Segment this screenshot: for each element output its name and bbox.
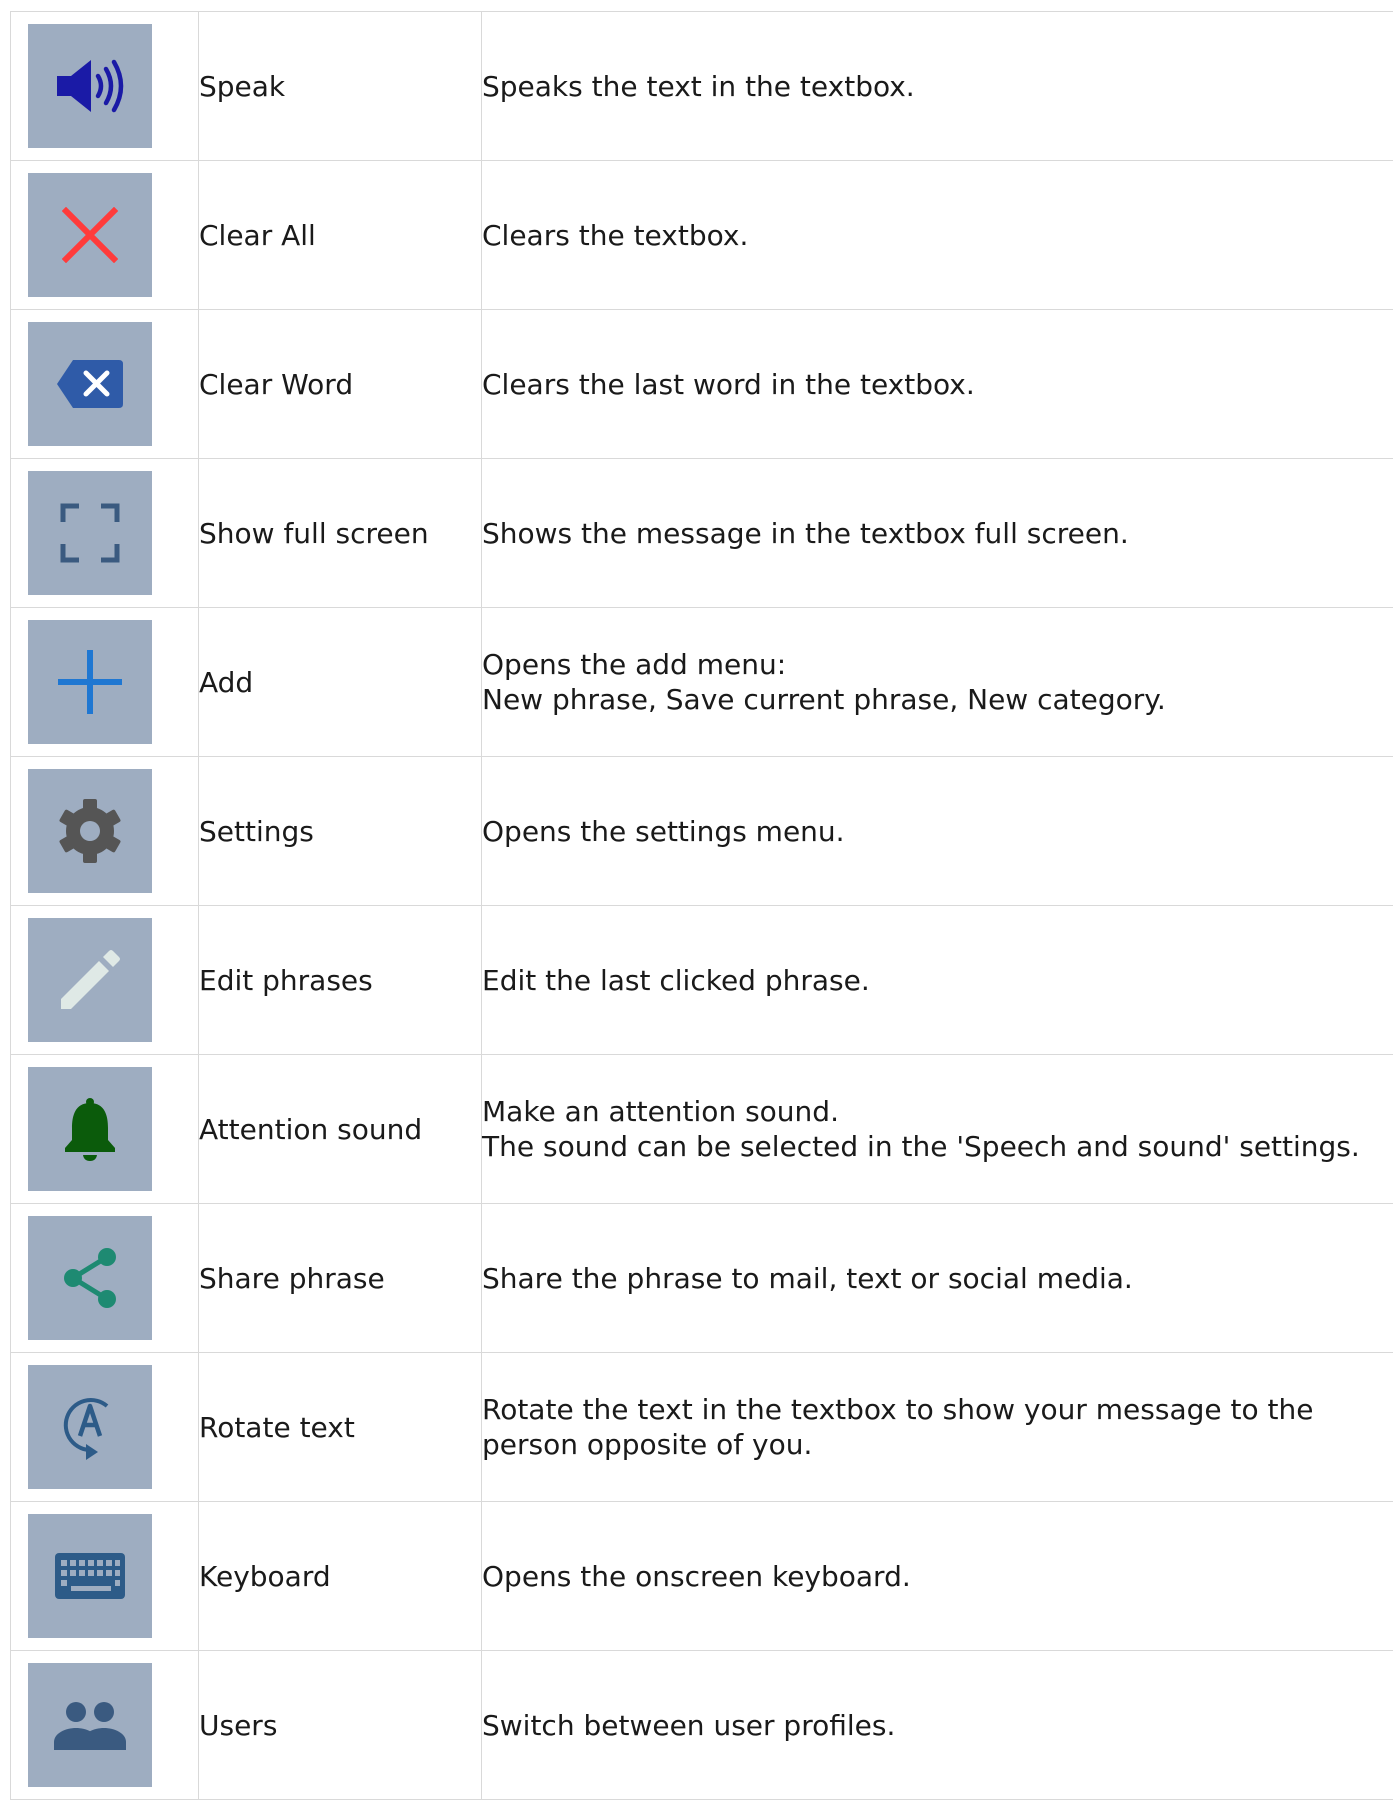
tool-name: Add bbox=[199, 608, 482, 757]
tool-name: Clear Word bbox=[199, 310, 482, 459]
table-row: Show full screen Shows the message in th… bbox=[11, 459, 1393, 608]
pencil-icon bbox=[28, 918, 152, 1042]
tool-name: Settings bbox=[199, 757, 482, 906]
tool-description: Opens the onscreen keyboard. bbox=[482, 1502, 1393, 1651]
table-row: Keyboard Opens the onscreen keyboard. bbox=[11, 1502, 1393, 1651]
table-row: Attention sound Make an attention sound.… bbox=[11, 1055, 1393, 1204]
table-row: Clear Word Clears the last word in the t… bbox=[11, 310, 1393, 459]
tool-name: Attention sound bbox=[199, 1055, 482, 1204]
toolbar-reference-table: Speak Speaks the text in the textbox. Cl… bbox=[10, 11, 1393, 1800]
tool-description: Switch between user profiles. bbox=[482, 1651, 1393, 1800]
tool-name: Edit phrases bbox=[199, 906, 482, 1055]
icon-cell bbox=[11, 608, 199, 757]
icon-cell bbox=[11, 1502, 199, 1651]
tool-description: Make an attention sound. The sound can b… bbox=[482, 1055, 1393, 1204]
bell-icon bbox=[28, 1067, 152, 1191]
table-row: Users Switch between user profiles. bbox=[11, 1651, 1393, 1800]
rotate-text-icon bbox=[28, 1365, 152, 1489]
table-row: Clear All Clears the textbox. bbox=[11, 161, 1393, 310]
icon-cell bbox=[11, 12, 199, 161]
fullscreen-icon bbox=[28, 471, 152, 595]
tool-name: Rotate text bbox=[199, 1353, 482, 1502]
icon-cell bbox=[11, 1055, 199, 1204]
speaker-icon bbox=[28, 24, 152, 148]
table-row: Rotate text Rotate the text in the textb… bbox=[11, 1353, 1393, 1502]
plus-icon bbox=[28, 620, 152, 744]
tool-description: Share the phrase to mail, text or social… bbox=[482, 1204, 1393, 1353]
icon-cell bbox=[11, 757, 199, 906]
tool-name: Users bbox=[199, 1651, 482, 1800]
table-row: Edit phrases Edit the last clicked phras… bbox=[11, 906, 1393, 1055]
tool-description: Rotate the text in the textbox to show y… bbox=[482, 1353, 1393, 1502]
icon-cell bbox=[11, 310, 199, 459]
icon-cell bbox=[11, 459, 199, 608]
tool-name: Speak bbox=[199, 12, 482, 161]
tool-description: Opens the add menu: New phrase, Save cur… bbox=[482, 608, 1393, 757]
tool-description: Clears the last word in the textbox. bbox=[482, 310, 1393, 459]
keyboard-icon bbox=[28, 1514, 152, 1638]
tool-description: Speaks the text in the textbox. bbox=[482, 12, 1393, 161]
icon-cell bbox=[11, 1353, 199, 1502]
tool-description: Opens the settings menu. bbox=[482, 757, 1393, 906]
tool-name: Share phrase bbox=[199, 1204, 482, 1353]
table-row: Speak Speaks the text in the textbox. bbox=[11, 12, 1393, 161]
tool-name: Clear All bbox=[199, 161, 482, 310]
table-row: Share phrase Share the phrase to mail, t… bbox=[11, 1204, 1393, 1353]
close-x-icon bbox=[28, 173, 152, 297]
share-icon bbox=[28, 1216, 152, 1340]
tool-description: Clears the textbox. bbox=[482, 161, 1393, 310]
icon-cell bbox=[11, 1204, 199, 1353]
tool-name: Show full screen bbox=[199, 459, 482, 608]
icon-cell bbox=[11, 161, 199, 310]
table-row: Settings Opens the settings menu. bbox=[11, 757, 1393, 906]
table-row: Add Opens the add menu: New phrase, Save… bbox=[11, 608, 1393, 757]
gear-icon bbox=[28, 769, 152, 893]
backspace-icon bbox=[28, 322, 152, 446]
tool-name: Keyboard bbox=[199, 1502, 482, 1651]
users-icon bbox=[28, 1663, 152, 1787]
tool-description: Edit the last clicked phrase. bbox=[482, 906, 1393, 1055]
icon-cell bbox=[11, 906, 199, 1055]
icon-cell bbox=[11, 1651, 199, 1800]
tool-description: Shows the message in the textbox full sc… bbox=[482, 459, 1393, 608]
